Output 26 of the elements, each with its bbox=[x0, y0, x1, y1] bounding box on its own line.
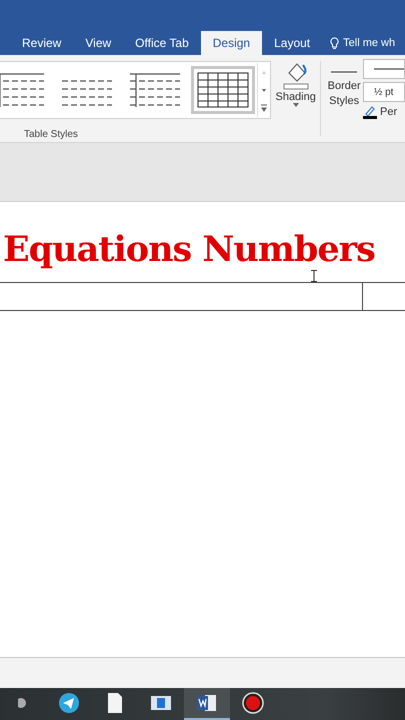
document-app-icon bbox=[197, 694, 217, 712]
ribbon-tab[interactable]: Review bbox=[10, 31, 74, 55]
ribbon-tab[interactable]: View bbox=[73, 31, 124, 55]
dropdown-caret-icon[interactable] bbox=[292, 103, 299, 107]
paper-plane-icon bbox=[59, 693, 79, 713]
ribbon-tab[interactable]: Office Tab bbox=[123, 31, 201, 55]
table-style-thumbnail[interactable] bbox=[191, 66, 255, 114]
tell-me-search[interactable]: Tell me wh bbox=[343, 37, 396, 49]
border-line-icon bbox=[331, 71, 358, 73]
record-icon bbox=[242, 692, 264, 714]
border-styles-button[interactable]: Border Styles bbox=[325, 79, 363, 109]
line-style-icon bbox=[374, 68, 404, 70]
pen-weight-field[interactable]: ½ pt bbox=[363, 82, 405, 102]
group-label: Table Styles bbox=[24, 129, 78, 140]
pen-color-button[interactable]: Per bbox=[380, 106, 398, 118]
ribbon-tab[interactable]: Design bbox=[200, 31, 262, 55]
document-heading: Equations Numbers bbox=[3, 230, 375, 270]
shading-button[interactable]: Shading bbox=[275, 91, 316, 103]
line-style-field[interactable] bbox=[363, 59, 405, 79]
ribbon-tab[interactable]: Layout bbox=[262, 31, 322, 55]
pen-color-icon bbox=[363, 105, 377, 119]
window-icon bbox=[151, 696, 171, 710]
text-cursor-icon bbox=[311, 270, 317, 282]
taskbar-button[interactable] bbox=[184, 688, 230, 720]
lightbulb-icon bbox=[330, 36, 340, 50]
file-icon bbox=[108, 693, 122, 713]
